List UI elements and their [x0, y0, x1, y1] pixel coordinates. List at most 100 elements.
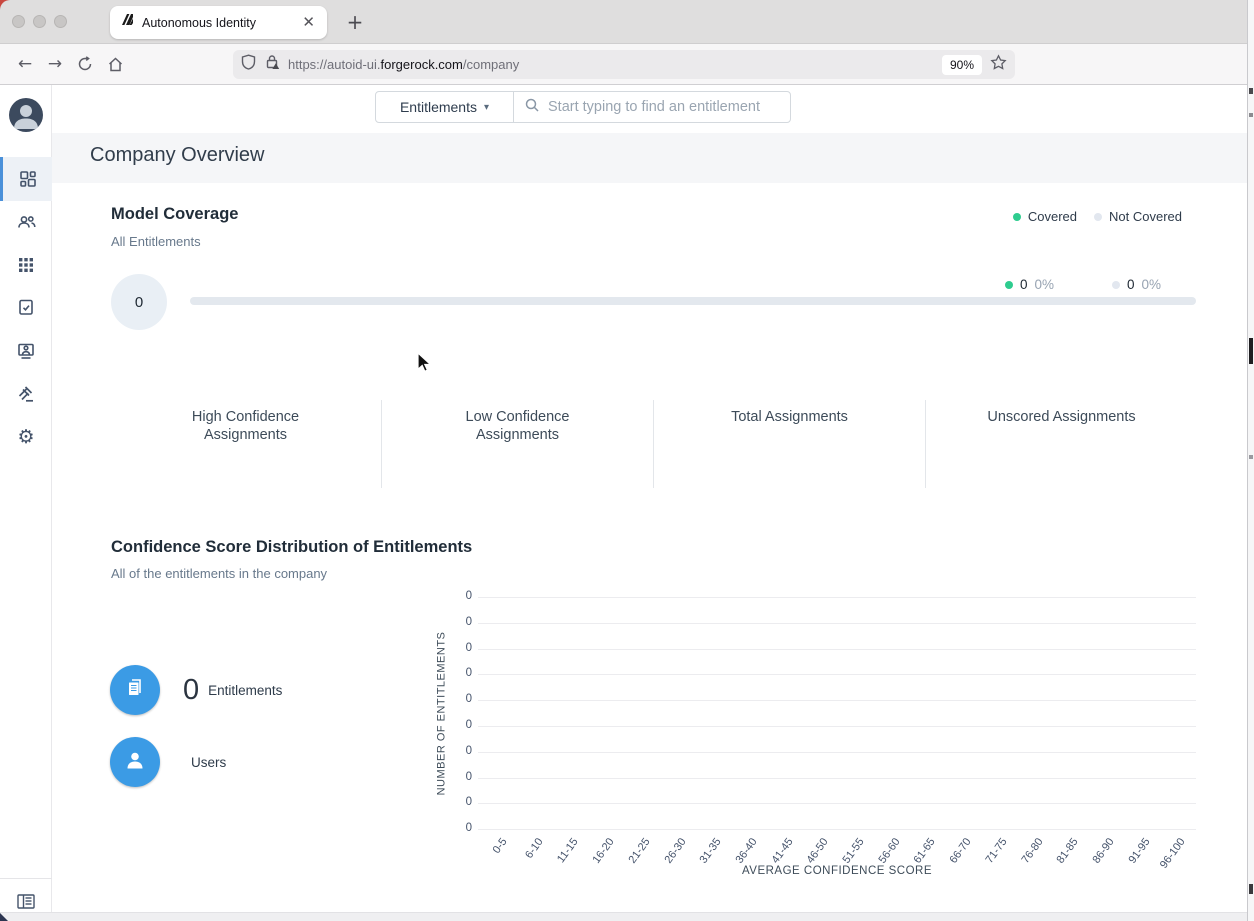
gridline [478, 829, 1196, 830]
x-tick-label: 56-60 [876, 836, 902, 866]
home-button[interactable] [100, 49, 130, 79]
gridline [478, 623, 1196, 624]
sidebar-item-badge[interactable] [0, 329, 52, 373]
not-covered-dot-icon [1094, 213, 1102, 221]
gridline [478, 803, 1196, 804]
window-close-button[interactable] [12, 15, 25, 28]
not-covered-percent: 0% [1142, 277, 1162, 292]
back-button[interactable]: ← [10, 49, 40, 79]
x-tick-label: 0-5 [491, 836, 510, 856]
gridline [478, 674, 1196, 675]
sidebar-item-applications-grid[interactable] [0, 243, 52, 287]
new-tab-button[interactable]: + [341, 8, 369, 36]
entitlements-circle [110, 665, 160, 715]
edge-mark [1249, 884, 1253, 894]
y-tick-label: 0 [430, 642, 472, 654]
x-tick-label: 71-75 [983, 836, 1009, 866]
app-header-bar: Entitlements ▾ [52, 85, 1247, 133]
browser-tab[interactable]: Autonomous Identity ✕ [110, 6, 327, 39]
coverage-stat-cell: Low Confidence Assignments [381, 400, 653, 488]
legend-item-not-covered: Not Covered [1094, 209, 1182, 224]
x-tick-label: 51-55 [840, 836, 866, 866]
y-tick-label: 0 [430, 719, 472, 731]
global-search-group: Entitlements ▾ [375, 91, 791, 123]
confidence-distribution-chart: NUMBER OF ENTITLEMENTS 0000000000 0-56-1… [430, 585, 1200, 885]
covered-dot-icon [1005, 281, 1013, 289]
coverage-stat-label: High Confidence Assignments [158, 408, 333, 488]
y-tick-label: 0 [430, 822, 472, 834]
sidebar-item-settings[interactable]: ⚙ [0, 415, 52, 459]
edge-mark [1249, 113, 1253, 117]
coverage-stat-label: Unscored Assignments [974, 408, 1149, 488]
entity-type-label: Entitlements [400, 99, 477, 115]
users-circle [110, 737, 160, 787]
url-domain: forgerock.com [381, 57, 463, 72]
not-covered-label: Not Covered [1109, 209, 1182, 224]
search-box [514, 92, 790, 122]
covered-dot-icon [1013, 213, 1021, 221]
covered-percent: 0% [1035, 277, 1055, 292]
document-icon [124, 677, 146, 704]
users-label: Users [191, 755, 226, 770]
browser-chrome: Autonomous Identity ✕ + ← → https://au [0, 0, 1247, 85]
coverage-stat-cell: Total Assignments [653, 400, 925, 488]
y-tick-label: 0 [430, 616, 472, 628]
sidebar-collapse-toggle[interactable] [14, 891, 38, 911]
page-title-band: Company Overview [52, 133, 1247, 183]
not-covered-count-group: 0 0% [1112, 277, 1161, 292]
sidebar-item-gavel[interactable] [0, 372, 52, 416]
x-tick-label: 66-70 [948, 836, 974, 866]
url-bar[interactable]: https://autoid-ui.forgerock.com/company … [233, 50, 1015, 79]
user-avatar[interactable] [9, 98, 43, 132]
forward-button[interactable]: → [40, 49, 70, 79]
gridline [478, 778, 1196, 779]
gear-icon: ⚙ [17, 428, 34, 447]
tracking-protection-shield-icon[interactable] [241, 54, 256, 75]
model-coverage-subtitle: All Entitlements [111, 234, 201, 249]
y-tick-label: 0 [430, 745, 472, 757]
bookmark-star-icon[interactable] [990, 54, 1007, 76]
users-stat: Users [110, 737, 226, 787]
window-minimize-button[interactable] [33, 15, 46, 28]
sidebar-divider [0, 878, 52, 879]
y-tick-label: 0 [430, 667, 472, 679]
covered-count-group: 0 0% [1005, 277, 1054, 292]
total-entitlements-bubble: 0 [111, 274, 167, 330]
x-tick-label: 91-95 [1126, 836, 1152, 866]
coverage-stat-label: Total Assignments [702, 408, 877, 488]
sidebar-item-dashboard[interactable] [0, 157, 52, 201]
sidebar-item-checklist[interactable] [0, 285, 52, 329]
x-tick-label: 41-45 [769, 836, 795, 866]
connection-lock-icon[interactable] [265, 54, 280, 75]
gridline [478, 597, 1196, 598]
entitlements-label: Entitlements [208, 683, 282, 698]
window-bottom-edge [0, 912, 1247, 921]
x-tick-label: 16-20 [591, 836, 617, 866]
tab-close-icon[interactable]: ✕ [300, 15, 317, 30]
confidence-section-subtitle: All of the entitlements in the company [111, 566, 327, 581]
entitlements-stat: 0 Entitlements [110, 665, 282, 715]
forgerock-logo-icon [120, 13, 134, 32]
app-sidebar: ⚙ [0, 85, 52, 912]
browser-tab-bar: Autonomous Identity ✕ + [0, 0, 1247, 44]
x-tick-label: 61-65 [912, 836, 938, 866]
x-tick-label: 6-10 [523, 836, 546, 861]
y-tick-label: 0 [430, 693, 472, 705]
entity-type-dropdown[interactable]: Entitlements ▾ [376, 92, 514, 122]
coverage-progress-bar [190, 297, 1196, 305]
search-input[interactable] [548, 99, 790, 115]
reload-button[interactable] [70, 49, 100, 79]
chart-x-axis-title: AVERAGE CONFIDENCE SCORE [478, 865, 1196, 877]
covered-count: 0 [1020, 277, 1028, 292]
sidebar-item-users[interactable] [0, 200, 52, 244]
not-covered-dot-icon [1112, 281, 1120, 289]
coverage-stats-row: High Confidence Assignments Low Confidenc… [110, 400, 1197, 488]
coverage-stat-label: Low Confidence Assignments [430, 408, 605, 488]
x-tick-label: 21-25 [626, 836, 652, 866]
x-tick-label: 11-15 [555, 836, 581, 865]
screenshot-stage: Autonomous Identity ✕ + ← → https://au [0, 0, 1254, 921]
page-zoom-badge[interactable]: 90% [942, 55, 982, 75]
window-zoom-button[interactable] [54, 15, 67, 28]
gridline [478, 726, 1196, 727]
gridline [478, 649, 1196, 650]
